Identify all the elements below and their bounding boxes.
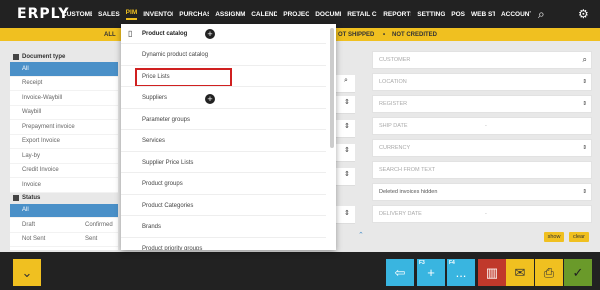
add-icon[interactable]: +	[205, 93, 215, 104]
dropdown-scrollbar[interactable]	[330, 28, 334, 148]
banner-not-credited[interactable]: NOT CREDITED	[392, 32, 437, 38]
banner-dot: •	[383, 31, 386, 38]
menu-item-product-categories[interactable]: Product Categories	[121, 196, 326, 216]
search-icon[interactable]: ⌕	[344, 77, 348, 85]
sort-arrows-icon: ⇕	[582, 101, 587, 107]
nav-item-projects[interactable]: PROJECTS	[283, 11, 309, 18]
document-type-item[interactable]: All	[10, 62, 118, 77]
status-header[interactable]: Status	[10, 192, 118, 204]
date-range-dash: -	[485, 123, 487, 129]
nav-item-customers[interactable]: CUSTOMERS	[62, 11, 92, 18]
f4-key-label: F4	[449, 260, 455, 266]
sort-arrows-icon: ⇕	[582, 145, 587, 151]
pim-dropdown-menu: Product catalog ▯ + Dynamic product catalog…	[121, 24, 336, 250]
nav-item-documents[interactable]: DOCUMENTS	[315, 11, 341, 18]
customer-field[interactable]: CUSTOMER ⌕	[372, 51, 592, 69]
nav-item-pim[interactable]: PIM	[125, 9, 138, 20]
nav-item-retail-chain[interactable]: RETAIL CHAIN	[347, 11, 377, 18]
status-item[interactable]: Draft Confirmed	[10, 218, 118, 233]
deleted-invoices-select[interactable]: Deleted invoices hidden ⇕	[372, 183, 592, 201]
more-label: ...	[455, 265, 467, 280]
collapse-icon	[13, 195, 19, 201]
filter-sidebar: Document type All Receipt Invoice-Waybill W…	[10, 51, 118, 250]
document-type-item[interactable]: Invoice-Waybill	[10, 91, 118, 106]
date-range-dash: -	[485, 211, 487, 217]
more-button[interactable]: F4...	[447, 259, 475, 286]
status-item[interactable]: Not Sent Sent	[10, 233, 118, 247]
menu-item-dynamic-product-catalog[interactable]: Dynamic product catalog	[121, 46, 326, 66]
show-button[interactable]: show	[544, 232, 564, 242]
add-icon[interactable]: +	[205, 29, 215, 39]
sort-arrows-icon[interactable]: ⇕	[344, 98, 350, 106]
menu-item-suppliers[interactable]: Suppliers	[121, 89, 326, 109]
document-type-header[interactable]: Document type	[10, 51, 118, 62]
search-icon[interactable]: ⌕	[583, 55, 587, 65]
status-label: Draft	[22, 221, 36, 228]
document-type-item[interactable]: Credit Invoice	[10, 164, 118, 178]
nav-item-purchases[interactable]: PURCHASES	[179, 11, 209, 18]
menu-item-brands[interactable]: Brands	[121, 218, 326, 238]
nav-item-reports[interactable]: REPORTS	[383, 11, 411, 18]
email-icon[interactable]: ✉	[506, 259, 534, 286]
sort-arrows-icon[interactable]: ⇕	[344, 170, 350, 178]
nav-item-settings[interactable]: SETTINGS	[417, 11, 445, 18]
f3-key-label: F3	[419, 260, 425, 266]
sort-arrows-icon[interactable]: ⇕	[344, 146, 350, 154]
sort-arrows-icon[interactable]: ⇕	[344, 209, 350, 217]
status-label: All	[22, 207, 29, 214]
document-type-item[interactable]: Invoice	[10, 178, 118, 193]
gear-icon[interactable]: ⚙	[578, 7, 589, 21]
menu-item-product-groups[interactable]: Product groups	[121, 175, 326, 195]
status-label: Not Sent	[22, 236, 46, 243]
currency-select[interactable]: CURRENCY ⇕	[372, 139, 592, 157]
clear-button[interactable]: clear	[569, 232, 589, 242]
chevron-up-icon[interactable]: ⌃	[358, 231, 364, 239]
nav-item-calendar[interactable]: CALENDAR	[251, 11, 277, 18]
document-type-item[interactable]: Waybill	[10, 106, 118, 120]
delivery-date-field[interactable]: DELIVERY DATE -	[372, 205, 592, 223]
document-type-item[interactable]: Prepayment invoice	[10, 120, 118, 135]
collapse-icon	[13, 53, 19, 60]
nav-item-account[interactable]: ACCOUNT	[501, 11, 531, 18]
banner-all[interactable]: ALL	[104, 32, 116, 38]
expand-down-icon[interactable]: ⌄	[13, 259, 41, 286]
document-type-item[interactable]: Receipt	[10, 77, 118, 91]
nav-item-assignments[interactable]: ASSIGNMENTS	[215, 11, 245, 18]
menu-item-parameter-groups[interactable]: Parameter groups	[121, 110, 326, 130]
open-document-icon[interactable]: ⇦	[386, 259, 414, 286]
clipboard-icon: ▯	[128, 29, 133, 38]
sort-arrows-icon: ⇕	[582, 189, 587, 195]
menu-item-supplier-price-lists[interactable]: Supplier Price Lists	[121, 153, 326, 173]
add-button[interactable]: F3 +	[417, 259, 445, 286]
banner-not-shipped[interactable]: OT SHIPPED	[338, 32, 374, 38]
nav-item-sales[interactable]: SALES	[98, 11, 120, 18]
nav-item-pos[interactable]: POS	[451, 11, 465, 18]
trash-icon[interactable]: ▥	[478, 259, 506, 286]
sort-arrows-icon[interactable]: ⇕	[344, 122, 350, 130]
status-label-alt[interactable]: Sent	[85, 236, 97, 242]
menu-item-product-catalog[interactable]: Product catalog	[121, 24, 326, 44]
ship-date-field[interactable]: SHIP DATE -	[372, 117, 592, 135]
nav-item-web-store[interactable]: WEB STORE	[471, 11, 495, 18]
nav-item-inventory[interactable]: INVENTORY	[143, 11, 173, 18]
confirm-check-icon[interactable]: ✓	[564, 259, 592, 286]
sort-arrows-icon: ⇕	[582, 79, 587, 85]
document-type-item[interactable]: Export Invoice	[10, 135, 118, 149]
search-text-field[interactable]: SEARCH FROM TEXT	[372, 161, 592, 179]
location-select[interactable]: LOCATION ⇕	[372, 73, 592, 91]
menu-item-services[interactable]: Services	[121, 132, 326, 152]
status-item[interactable]: All	[10, 203, 118, 218]
menu-item-product-priority-groups[interactable]: Product priority groups	[121, 239, 326, 251]
menu-item-price-lists[interactable]: Price Lists	[121, 67, 326, 87]
search-icon[interactable]: ⌕	[538, 7, 545, 22]
document-type-item[interactable]: Lay-by	[10, 149, 118, 164]
register-select[interactable]: REGISTER ⇕	[372, 95, 592, 113]
print-icon[interactable]: ⎙	[535, 259, 563, 286]
status-label-alt[interactable]: Confirmed	[85, 222, 113, 228]
